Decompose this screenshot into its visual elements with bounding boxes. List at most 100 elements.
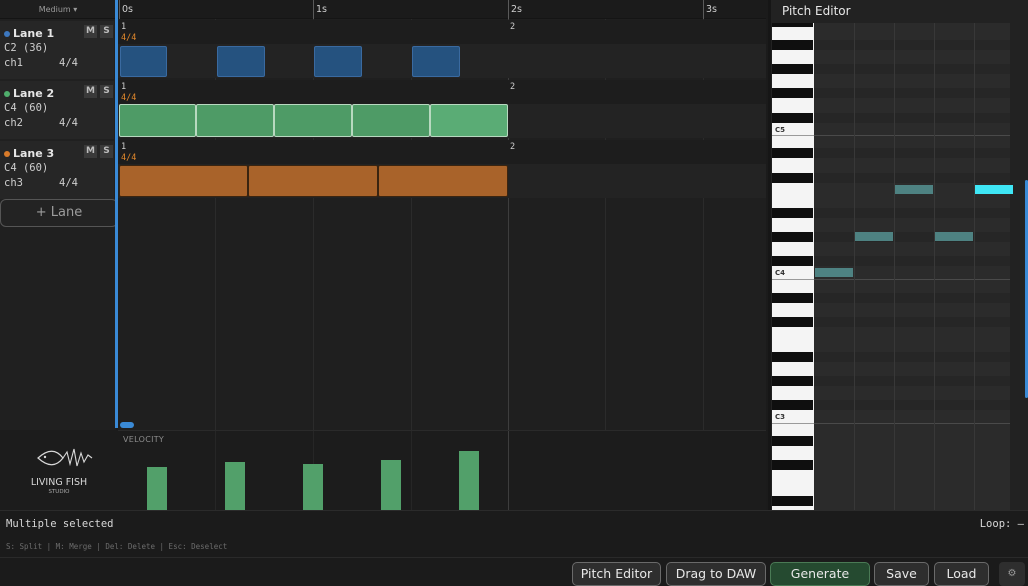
note-clip-selected[interactable] [430, 104, 508, 137]
pitch-note[interactable] [855, 232, 893, 241]
note-clip-selected[interactable] [274, 104, 352, 137]
black-key[interactable] [772, 436, 813, 446]
grid-column [894, 23, 895, 510]
lane-row-2[interactable]: 1 4/4 2 [118, 80, 766, 138]
lane-header-2[interactable]: Lane 2 M S C4 (60) ch2 4/4 [0, 81, 114, 139]
black-key[interactable] [772, 232, 813, 242]
zoom-select[interactable]: Medium ▾ [0, 0, 116, 19]
bar-number: 2 [510, 22, 516, 32]
black-key[interactable] [772, 460, 813, 470]
black-key[interactable] [772, 88, 813, 98]
grid-column [854, 23, 855, 510]
generate-button[interactable]: Generate [770, 562, 870, 586]
black-key[interactable] [772, 400, 813, 410]
pitch-note[interactable] [895, 185, 933, 194]
pitch-row [814, 352, 1010, 362]
mute-button[interactable]: M [84, 85, 97, 98]
pitch-row [814, 173, 1010, 183]
pitch-row [814, 64, 1010, 74]
pitch-note-selected[interactable] [975, 185, 1013, 194]
pitch-row [814, 88, 1010, 98]
solo-button[interactable]: S [100, 85, 113, 98]
pitch-row [814, 317, 1010, 327]
save-button[interactable]: Save [874, 562, 929, 586]
note-clip[interactable] [378, 165, 508, 197]
note-clip[interactable] [314, 46, 362, 77]
logo-subtitle: STUDIO [48, 489, 70, 495]
load-button[interactable]: Load [934, 562, 989, 586]
pitch-editor-panel: Pitch Editor C5 C4 C3 [768, 0, 1028, 510]
velocity-label: VELOCITY [123, 435, 165, 444]
black-key[interactable] [772, 293, 813, 303]
black-key[interactable] [772, 352, 813, 362]
note-clip[interactable] [120, 46, 167, 77]
bar-number: 1 [121, 22, 127, 32]
playhead[interactable] [115, 0, 118, 428]
pitch-row [814, 256, 1010, 266]
note-clip[interactable] [248, 165, 378, 197]
bar-number: 2 [510, 142, 516, 152]
mute-button[interactable]: M [84, 145, 97, 158]
solo-button[interactable]: S [100, 25, 113, 38]
note-clip[interactable] [217, 46, 265, 77]
pitch-note[interactable] [815, 268, 853, 277]
black-key[interactable] [772, 40, 813, 50]
black-key[interactable] [772, 208, 813, 218]
lane-note: C4 (60) [4, 162, 49, 174]
lane-name: Lane 1 [13, 27, 55, 40]
black-key[interactable] [772, 113, 813, 123]
lane-header-1[interactable]: Lane 1 M S C2 (36) ch1 4/4 [0, 21, 114, 79]
timeline[interactable]: 0s 1s 2s 3s 1 4/4 2 1 4/4 2 1 4/4 2 [118, 0, 766, 430]
black-key[interactable] [772, 64, 813, 74]
fish-logo-icon [37, 448, 93, 467]
playhead-handle[interactable] [120, 422, 134, 428]
grid-line [411, 431, 412, 511]
black-key[interactable] [772, 496, 813, 506]
piano-keyboard[interactable]: C5 C4 C3 [772, 23, 814, 510]
velocity-bar[interactable] [459, 451, 479, 510]
note-clip-selected[interactable] [352, 104, 430, 137]
status-text: Multiple selected [6, 518, 114, 530]
lane-color-dot [4, 151, 10, 157]
note-clip-selected[interactable] [119, 104, 196, 137]
bar-line [508, 431, 509, 511]
lane-time-signature: 4/4 [59, 57, 78, 69]
velocity-bar[interactable] [303, 464, 323, 510]
loop-status[interactable]: Loop: – [980, 518, 1024, 530]
pitch-grid[interactable] [814, 23, 1013, 510]
lane-row-1[interactable]: 1 4/4 2 [118, 20, 766, 78]
pitch-row [814, 232, 1010, 242]
mute-button[interactable]: M [84, 25, 97, 38]
solo-button[interactable]: S [100, 145, 113, 158]
lanes-panel: Medium ▾ Lane 1 M S C2 (36) ch1 4/4 Lane… [0, 0, 118, 430]
velocity-bar[interactable] [225, 462, 245, 510]
logo-title: LIVING FISH [30, 477, 88, 488]
bar-time-signature: 4/4 [121, 93, 137, 103]
black-key[interactable] [772, 376, 813, 386]
time-ruler[interactable]: 0s 1s 2s 3s [118, 0, 766, 19]
lane-row-3[interactable]: 1 4/4 2 [118, 140, 766, 198]
lane-header-3[interactable]: Lane 3 M S C4 (60) ch3 4/4 [0, 141, 114, 199]
velocity-bar[interactable] [147, 467, 167, 510]
lane-channel: ch2 [4, 117, 23, 129]
black-key[interactable] [772, 23, 813, 27]
pitch-row [814, 208, 1010, 218]
velocity-bar[interactable] [381, 460, 401, 510]
add-lane-button[interactable]: + Lane [0, 199, 118, 227]
lane-channel: ch1 [4, 57, 23, 69]
note-clip[interactable] [412, 46, 460, 77]
drag-to-daw-button[interactable]: Drag to DAW [666, 562, 766, 586]
note-clip-selected[interactable] [196, 104, 274, 137]
black-key[interactable] [772, 317, 813, 327]
pitch-editor-button[interactable]: Pitch Editor [572, 562, 661, 586]
black-key[interactable] [772, 256, 813, 266]
ruler-label: 3s [706, 4, 717, 15]
black-key[interactable] [772, 148, 813, 158]
black-key[interactable] [772, 173, 813, 183]
pitch-editor-title: Pitch Editor [782, 4, 851, 18]
lane-bar-band [118, 80, 766, 104]
velocity-panel[interactable]: VELOCITY [118, 430, 766, 511]
settings-gear-icon[interactable]: ⚙ [999, 562, 1025, 586]
pitch-note[interactable] [935, 232, 973, 241]
note-clip[interactable] [119, 165, 248, 197]
